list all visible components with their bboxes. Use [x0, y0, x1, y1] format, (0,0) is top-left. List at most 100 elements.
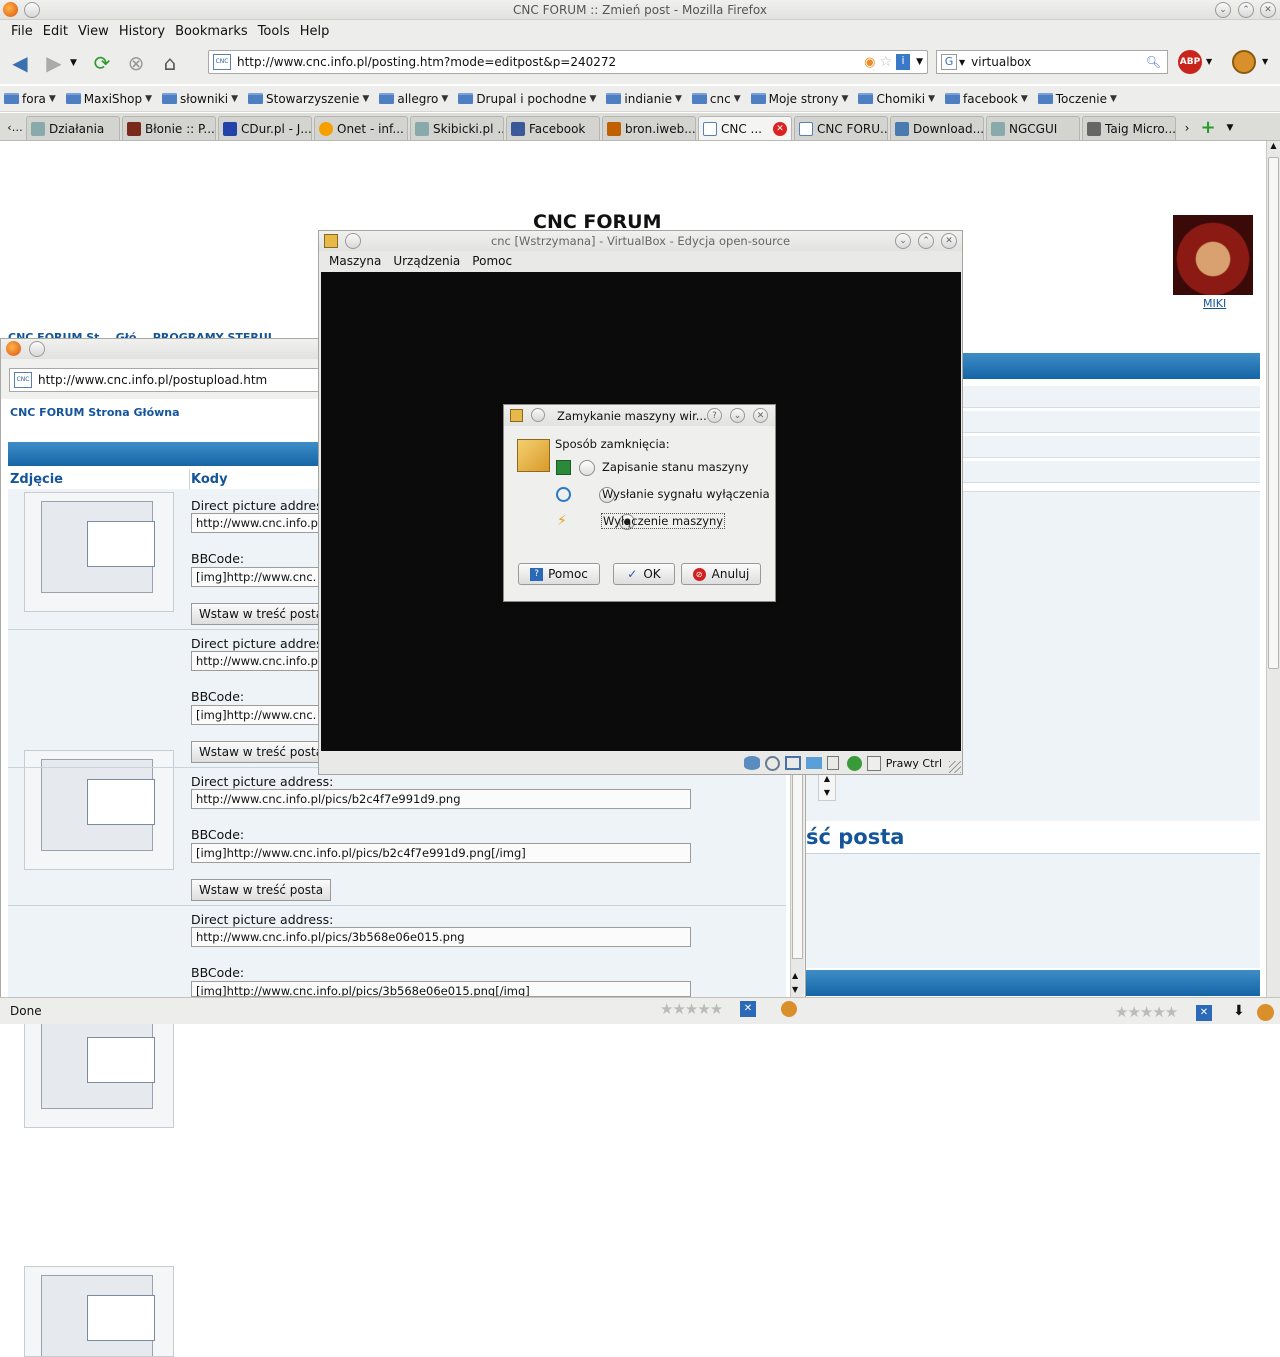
dialog-cancel-button[interactable]: ⊘ Anuluj	[681, 563, 761, 585]
virtualization-icon[interactable]	[846, 755, 862, 771]
menu-tools[interactable]: Tools	[253, 24, 295, 39]
vbox-menu-urzadzenia[interactable]: Urządzenia	[393, 254, 460, 268]
popup-scroll-up-icon[interactable]: ▲	[792, 971, 798, 980]
url-bar[interactable]: CNC http://www.cnc.info.pl/posting.htm?m…	[208, 50, 928, 74]
scroll-up-icon[interactable]: ▲	[1267, 141, 1280, 155]
adblock-dropdown-icon[interactable]: ▼	[1206, 57, 1212, 66]
rating-stars[interactable]: ★★★★★	[1115, 1003, 1178, 1021]
option-acpi-label[interactable]: Wysłanie sygnału wyłączenia	[602, 487, 770, 501]
bookmark-folder-slowniki[interactable]: słowniki ▼	[162, 92, 238, 106]
option-power-off-label[interactable]: Wyłączenie maszyny	[600, 513, 726, 529]
tab-cnc-active[interactable]: CNC ... ✕	[698, 116, 792, 140]
shared-folders-icon[interactable]	[805, 757, 822, 769]
tab-facebook[interactable]: Facebook	[506, 116, 600, 140]
home-link[interactable]: CNC FORUM Strona Główna	[10, 406, 180, 419]
image-thumbnail[interactable]	[24, 1266, 174, 1357]
mini-scrollbar[interactable]: ▲ ▼	[818, 771, 836, 801]
vbox-menu-pomoc[interactable]: Pomoc	[472, 254, 512, 268]
vbox-close-button[interactable]: ✕	[941, 233, 957, 249]
dialog-help-button[interactable]: ?	[707, 408, 722, 423]
dialog-ok-button[interactable]: ✓ OK	[613, 563, 675, 585]
bookmark-folder-indianie[interactable]: indianie ▼	[606, 92, 682, 106]
resize-grip-icon[interactable]	[949, 761, 961, 773]
page-scrollbar[interactable]: ▲	[1266, 141, 1280, 997]
back-arrow-icon[interactable]: ◀	[6, 49, 34, 77]
tab-skibicki[interactable]: Skibicki.pl ...	[410, 116, 504, 140]
tab-close-icon[interactable]: ✕	[773, 121, 787, 136]
addon-icon[interactable]: ✕	[1196, 1005, 1212, 1021]
search-bar[interactable]: G ▼ virtualbox 🔍︎	[936, 50, 1168, 74]
tab-taig[interactable]: Taig Micro...	[1082, 116, 1176, 140]
new-tab-icon[interactable]: +	[1196, 116, 1220, 140]
dialog-close-button[interactable]: ✕	[753, 408, 768, 423]
bbcode-field[interactable]: [img]http://www.cnc.info.pl/pics/b2c4f7e…	[191, 843, 691, 863]
mouse-integration-icon[interactable]	[866, 755, 881, 771]
url-dropdown-icon[interactable]: ▼	[916, 57, 923, 67]
engine-dropdown-icon[interactable]: ▼	[959, 58, 965, 67]
bookmark-folder-toczenie[interactable]: Toczenie ▼	[1037, 92, 1117, 106]
bookmark-folder-stowarzyszenie[interactable]: Stowarzyszenie ▼	[248, 92, 369, 106]
popup-rating-stars[interactable]: ★★★★★	[660, 1000, 723, 1018]
search-icon[interactable]: 🔍︎	[1146, 55, 1161, 69]
tab-scroll-right-icon[interactable]: ›	[1178, 116, 1196, 140]
bookmark-folder-cnc[interactable]: cnc ▼	[691, 92, 741, 106]
network-icon[interactable]	[784, 756, 801, 770]
menu-edit[interactable]: Edit	[38, 24, 73, 39]
popup-greasemonkey-icon[interactable]	[781, 1001, 797, 1017]
menu-view[interactable]: View	[73, 24, 114, 39]
insert-into-post-button[interactable]: Wstaw w treść posta	[191, 741, 331, 763]
bookmark-folder-chomiki[interactable]: Chomiki ▼	[858, 92, 935, 106]
popup-scroll-down-icon[interactable]: ▼	[792, 985, 798, 994]
search-input[interactable]: virtualbox	[971, 55, 1146, 69]
usb-icon[interactable]	[826, 756, 839, 770]
stop-icon[interactable]: ⊗	[122, 49, 150, 77]
menu-file[interactable]: File	[6, 24, 38, 39]
close-button[interactable]: ✕	[1260, 2, 1276, 18]
bookmark-folder-facebook[interactable]: facebook ▼	[945, 92, 1028, 106]
window-menu-button[interactable]	[24, 2, 40, 18]
menu-history[interactable]: History	[114, 24, 170, 39]
direct-address-field[interactable]: http://www.cnc.info.pl/pics/b2c4f7e991d9…	[191, 789, 691, 809]
tab-cnc-forum[interactable]: CNC FORU...	[794, 116, 888, 140]
scroll-thumb[interactable]	[1268, 157, 1279, 669]
tab-scroll-left-icon[interactable]: ‹…	[4, 116, 26, 140]
bookmark-folder-maxishop[interactable]: MaxiShop ▼	[65, 92, 152, 106]
rss-icon[interactable]: ◉	[864, 55, 875, 70]
vbox-maximize-button[interactable]: ⌃	[918, 233, 934, 249]
greasemonkey-status-icon[interactable]	[1257, 1004, 1274, 1021]
tab-list-icon[interactable]: ▼	[1220, 116, 1240, 140]
bbcode-field[interactable]: [img]http://www.cnc.info.pl/pics/3b568e0…	[191, 981, 691, 997]
tab-ngcgui[interactable]: NGCGUI	[986, 116, 1080, 140]
image-thumbnail[interactable]	[24, 750, 174, 870]
forward-arrow-icon[interactable]: ▶	[40, 49, 68, 77]
option-save-state-radio[interactable]	[579, 460, 595, 476]
user-link[interactable]: MIKI	[1203, 297, 1226, 310]
insert-into-post-button[interactable]: Wstaw w treść posta	[191, 879, 331, 901]
greasemonkey-dropdown-icon[interactable]: ▼	[1262, 57, 1268, 66]
dialog-minimize-button[interactable]: ⌄	[730, 408, 745, 423]
tab-blonie[interactable]: Błonie :: P...	[122, 116, 216, 140]
hard-disk-icon[interactable]	[743, 756, 760, 770]
image-thumbnail[interactable]	[24, 1008, 174, 1128]
bookmark-folder-allegro[interactable]: allegro ▼	[379, 92, 448, 106]
menu-bookmarks[interactable]: Bookmarks	[170, 24, 253, 39]
home-icon[interactable]: ⌂	[156, 49, 184, 77]
dialog-help-pomoc-button[interactable]: ? Pomoc	[518, 563, 600, 585]
tab-bron[interactable]: bron.iweb....	[602, 116, 696, 140]
history-dropdown-icon[interactable]: ▼	[70, 58, 82, 68]
download-arrow-icon[interactable]: ⬇	[1233, 1003, 1245, 1019]
tab-download[interactable]: Download...	[890, 116, 984, 140]
vbox-menu-maszyna[interactable]: Maszyna	[329, 254, 381, 268]
bookmark-star-icon[interactable]: ☆	[880, 54, 893, 70]
dialog-menu-button[interactable]	[531, 408, 545, 422]
image-thumbnail[interactable]	[24, 492, 174, 612]
insert-into-post-button[interactable]: Wstaw w treść posta	[191, 603, 331, 625]
tab-onet[interactable]: Onet - inf...	[314, 116, 408, 140]
cd-icon[interactable]	[764, 755, 780, 771]
greasemonkey-icon[interactable]	[1232, 50, 1256, 74]
adblock-icon[interactable]: ABP	[1178, 50, 1202, 74]
google-engine-icon[interactable]: G	[941, 54, 957, 70]
bookmark-folder-moje-strony[interactable]: Moje strony ▼	[750, 92, 848, 106]
reload-icon[interactable]: ⟳	[88, 49, 116, 77]
menu-help[interactable]: Help	[295, 24, 335, 39]
